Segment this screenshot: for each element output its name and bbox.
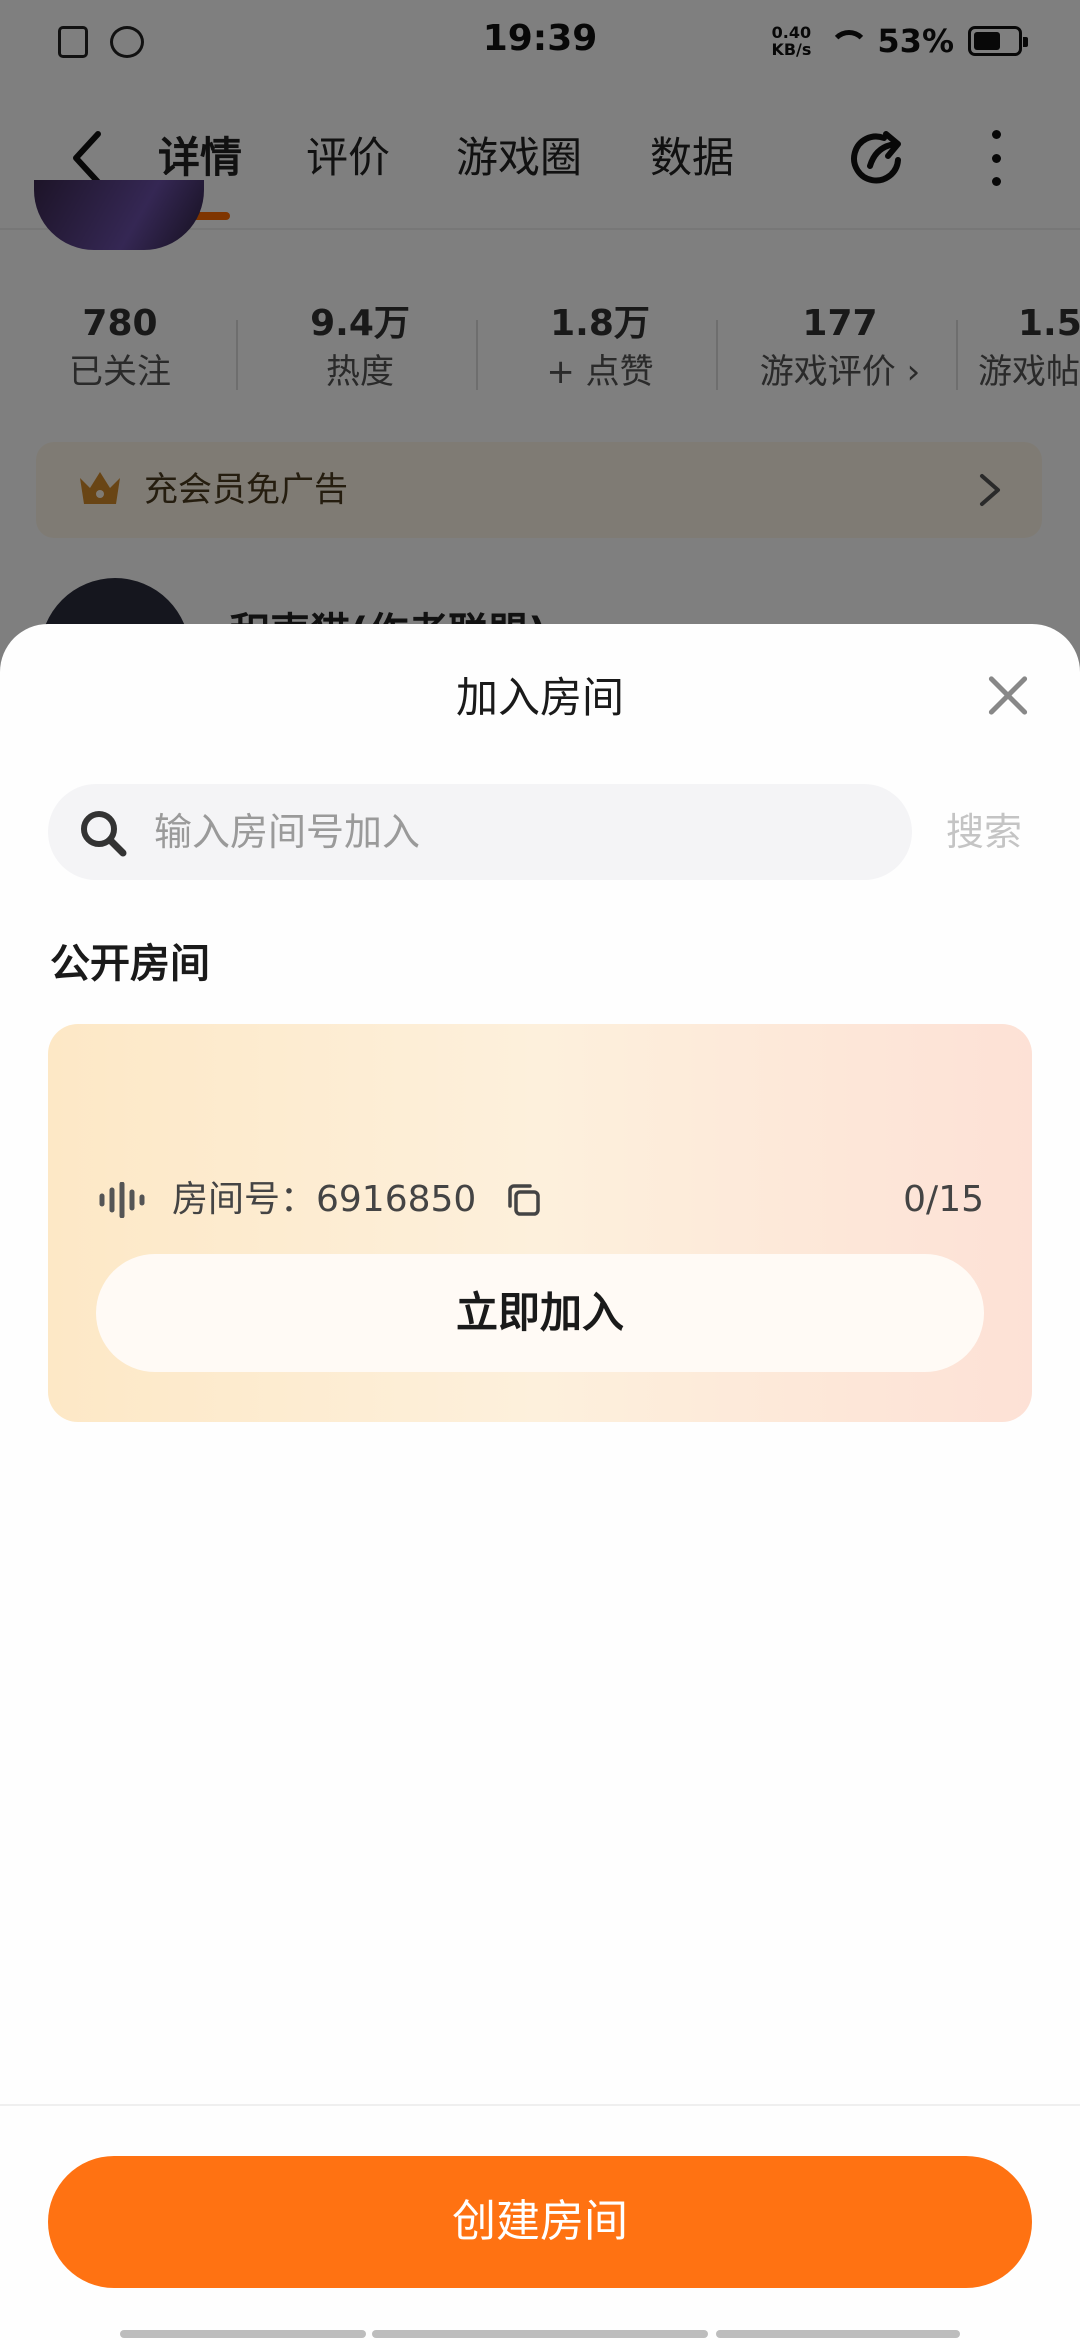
gesture-bar (372, 2330, 708, 2338)
gesture-bar (716, 2330, 960, 2338)
search-button[interactable]: 搜索 (946, 800, 1022, 864)
join-room-sheet: 加入房间 搜索 公开房间 房间号： 6916850 0/15 立即加入 创建房间 (0, 624, 1080, 2340)
voice-wave-icon (99, 1182, 145, 1218)
gesture-bar (120, 2330, 366, 2338)
room-card: 房间号： 6916850 0/15 立即加入 (48, 1024, 1032, 1422)
join-now-button[interactable]: 立即加入 (96, 1254, 984, 1372)
search-box (48, 784, 912, 880)
room-number-input[interactable] (154, 784, 874, 880)
public-rooms-title: 公开房间 (50, 941, 210, 987)
footer-divider (0, 2104, 1080, 2106)
room-number-value: 6916850 (316, 1179, 477, 1220)
copy-icon[interactable] (506, 1182, 542, 1218)
room-number-label: 房间号： (172, 1179, 317, 1220)
room-occupancy: 0/15 (903, 1179, 984, 1220)
search-icon (81, 811, 127, 857)
sheet-title: 加入房间 (455, 673, 624, 722)
create-room-button[interactable]: 创建房间 (48, 2156, 1032, 2288)
close-icon[interactable] (980, 668, 1036, 724)
